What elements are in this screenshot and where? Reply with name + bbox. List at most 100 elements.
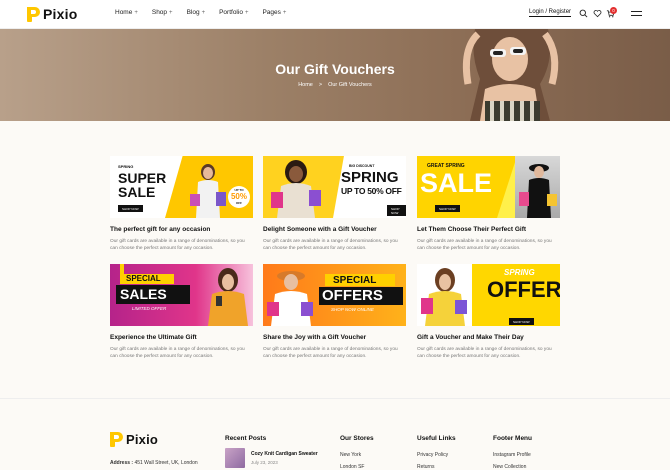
banner-text: SALES <box>120 286 167 302</box>
card-description: Our gift cards are available in a range … <box>110 347 245 359</box>
nav-item-blog[interactable]: Blog + <box>187 9 206 16</box>
voucher-card[interactable]: SPECIAL SALES LIMITED OFFER Experience t… <box>110 264 253 360</box>
nav-item-pages[interactable]: Pages + <box>262 9 286 16</box>
banner-text: SPRING <box>341 169 399 186</box>
voucher-banner[interactable]: SPRING SUPER SALE SHOP NOW UP TO 50% OFF <box>110 156 253 218</box>
card-title[interactable]: Let Them Choose Their Perfect Gift <box>417 226 560 233</box>
card-title[interactable]: Delight Someone with a Gift Voucher <box>263 226 406 233</box>
footer-link[interactable]: New Collection <box>493 464 526 470</box>
post-thumbnail[interactable] <box>225 448 245 468</box>
banner-text: BIG DISCOUNT <box>349 164 375 168</box>
card-title[interactable]: Experience the Ultimate Gift <box>110 334 253 341</box>
footer-link[interactable]: London SF <box>340 464 364 470</box>
voucher-banner[interactable]: BIG DISCOUNT SPRING UP TO 50% OFF SHOP N… <box>263 156 406 218</box>
voucher-banner[interactable]: SPECIAL SALES LIMITED OFFER <box>110 264 253 326</box>
post-title[interactable]: Cozy Knit Cardigan Sweater <box>251 451 318 457</box>
shop-now-button[interactable]: SHOP NOW <box>435 205 460 212</box>
voucher-card[interactable]: SPECIAL OFFERS SHOP NOW ONLINE Share the… <box>263 264 406 360</box>
voucher-card[interactable]: GREAT SPRING SALE SHOP NOW Let Them Choo… <box>417 156 560 252</box>
model-photo-image <box>271 160 321 218</box>
banner-text: OFF <box>236 201 242 205</box>
page-title: Our Gift Vouchers <box>275 61 395 77</box>
card-title[interactable]: The perfect gift for any occasion <box>110 226 253 233</box>
logo-mark-icon <box>27 6 40 22</box>
footer-heading: Recent Posts <box>225 435 267 442</box>
banner-text: SPECIAL <box>126 274 161 283</box>
banner-text: SUPER <box>118 170 167 186</box>
model-photo-image <box>208 268 248 326</box>
brand-name: Pixio <box>126 432 159 447</box>
search-icon[interactable] <box>579 9 588 18</box>
heart-icon[interactable] <box>593 9 602 18</box>
address-value: 451 Wall Street, UK, London <box>134 460 198 466</box>
nav-item-home[interactable]: Home + <box>115 9 138 16</box>
card-description: Our gift cards are available in a range … <box>263 239 398 251</box>
model-photo-image <box>267 271 313 326</box>
cart-count-badge: 0 <box>610 7 617 14</box>
card-title[interactable]: Gift a Voucher and Make Their Day <box>417 334 560 341</box>
login-register-link[interactable]: Login / Register <box>529 9 572 17</box>
hamburger-menu-icon[interactable] <box>631 11 642 17</box>
banner-text: OFFERS <box>487 277 560 302</box>
nav-item-shop[interactable]: Shop + <box>152 9 173 16</box>
breadcrumb-home[interactable]: Home <box>298 82 313 88</box>
footer-link[interactable]: Returns <box>417 464 435 470</box>
card-description: Our gift cards are available in a range … <box>110 239 245 251</box>
voucher-card[interactable]: BIG DISCOUNT SPRING UP TO 50% OFF SHOP N… <box>263 156 406 252</box>
card-description: Our gift cards are available in a range … <box>417 347 552 359</box>
nav-label: Home <box>115 9 133 16</box>
model-photo-image <box>190 164 226 218</box>
logo-mark-icon <box>110 432 123 447</box>
main-nav: Home + Shop + Blog + Portfolio + Pages + <box>115 9 300 16</box>
brand-logo[interactable]: Pixio <box>27 5 77 23</box>
footer-logo[interactable]: Pixio <box>110 432 158 447</box>
banner-text: 50% <box>230 192 247 201</box>
voucher-card[interactable]: SPRING OFFERS SHOP NOW Gift a Voucher an… <box>417 264 560 360</box>
card-description: Our gift cards are available in a range … <box>263 347 398 359</box>
voucher-banner[interactable]: SPRING OFFERS SHOP NOW <box>417 264 560 326</box>
nav-item-portfolio[interactable]: Portfolio + <box>219 9 248 16</box>
address-label: Address : <box>110 460 134 466</box>
nav-label: Pages <box>262 9 281 16</box>
model-photo-image <box>421 268 467 326</box>
breadcrumb-separator: > <box>318 82 323 88</box>
page-hero: Our Gift Vouchers Home > Our Gift Vouchers <box>0 29 670 121</box>
banner-text: SALE <box>420 168 493 198</box>
brand-name: Pixio <box>43 6 78 22</box>
plus-icon: + <box>282 9 287 16</box>
banner-text: SPECIAL <box>333 275 377 286</box>
breadcrumb: Home > Our Gift Vouchers <box>0 82 670 88</box>
footer-address: Address : 451 Wall Street, UK, London <box>110 460 198 466</box>
shop-now-button[interactable]: SHOP NOW <box>387 205 406 216</box>
banner-text: SPRING <box>118 164 134 169</box>
plus-icon: + <box>244 9 249 16</box>
nav-label: Blog <box>186 9 200 16</box>
banner-text: UP TO 50% OFF <box>341 186 402 196</box>
footer-heading: Footer Menu <box>493 435 532 442</box>
shop-now-button[interactable]: SHOP NOW <box>118 205 143 212</box>
footer-link[interactable]: New York <box>340 452 361 458</box>
site-footer: Pixio Address : 451 Wall Street, UK, Lon… <box>0 398 670 470</box>
breadcrumb-current: Our Gift Vouchers <box>328 82 372 88</box>
nav-label: Portfolio <box>219 9 243 16</box>
footer-link[interactable]: Instagram Profile <box>493 452 531 458</box>
banner-text: SPRING <box>504 268 535 277</box>
site-header: Pixio Home + Shop + Blog + Portfolio + Pages… <box>0 0 670 29</box>
footer-link[interactable]: Privacy Policy <box>417 452 448 458</box>
post-date: July 23, 2023 <box>251 460 278 465</box>
banner-text: OFFERS <box>322 287 383 304</box>
card-title[interactable]: Share the Joy with a Gift Voucher <box>263 334 406 341</box>
voucher-banner[interactable]: GREAT SPRING SALE SHOP NOW <box>417 156 560 218</box>
banner-text: SALE <box>118 184 156 200</box>
voucher-banner[interactable]: SPECIAL OFFERS SHOP NOW ONLINE <box>263 264 406 326</box>
model-photo-image <box>519 164 557 218</box>
plus-icon: + <box>169 9 173 16</box>
voucher-card[interactable]: SPRING SUPER SALE SHOP NOW UP TO 50% OFF… <box>110 156 253 252</box>
banner-text: LIMITED OFFER <box>132 306 167 311</box>
nav-label: Shop <box>151 9 168 16</box>
plus-icon: + <box>134 9 138 16</box>
plus-icon: + <box>201 9 206 16</box>
footer-heading: Our Stores <box>340 435 374 442</box>
shop-now-button[interactable]: SHOP NOW <box>509 318 534 325</box>
card-description: Our gift cards are available in a range … <box>417 239 552 251</box>
